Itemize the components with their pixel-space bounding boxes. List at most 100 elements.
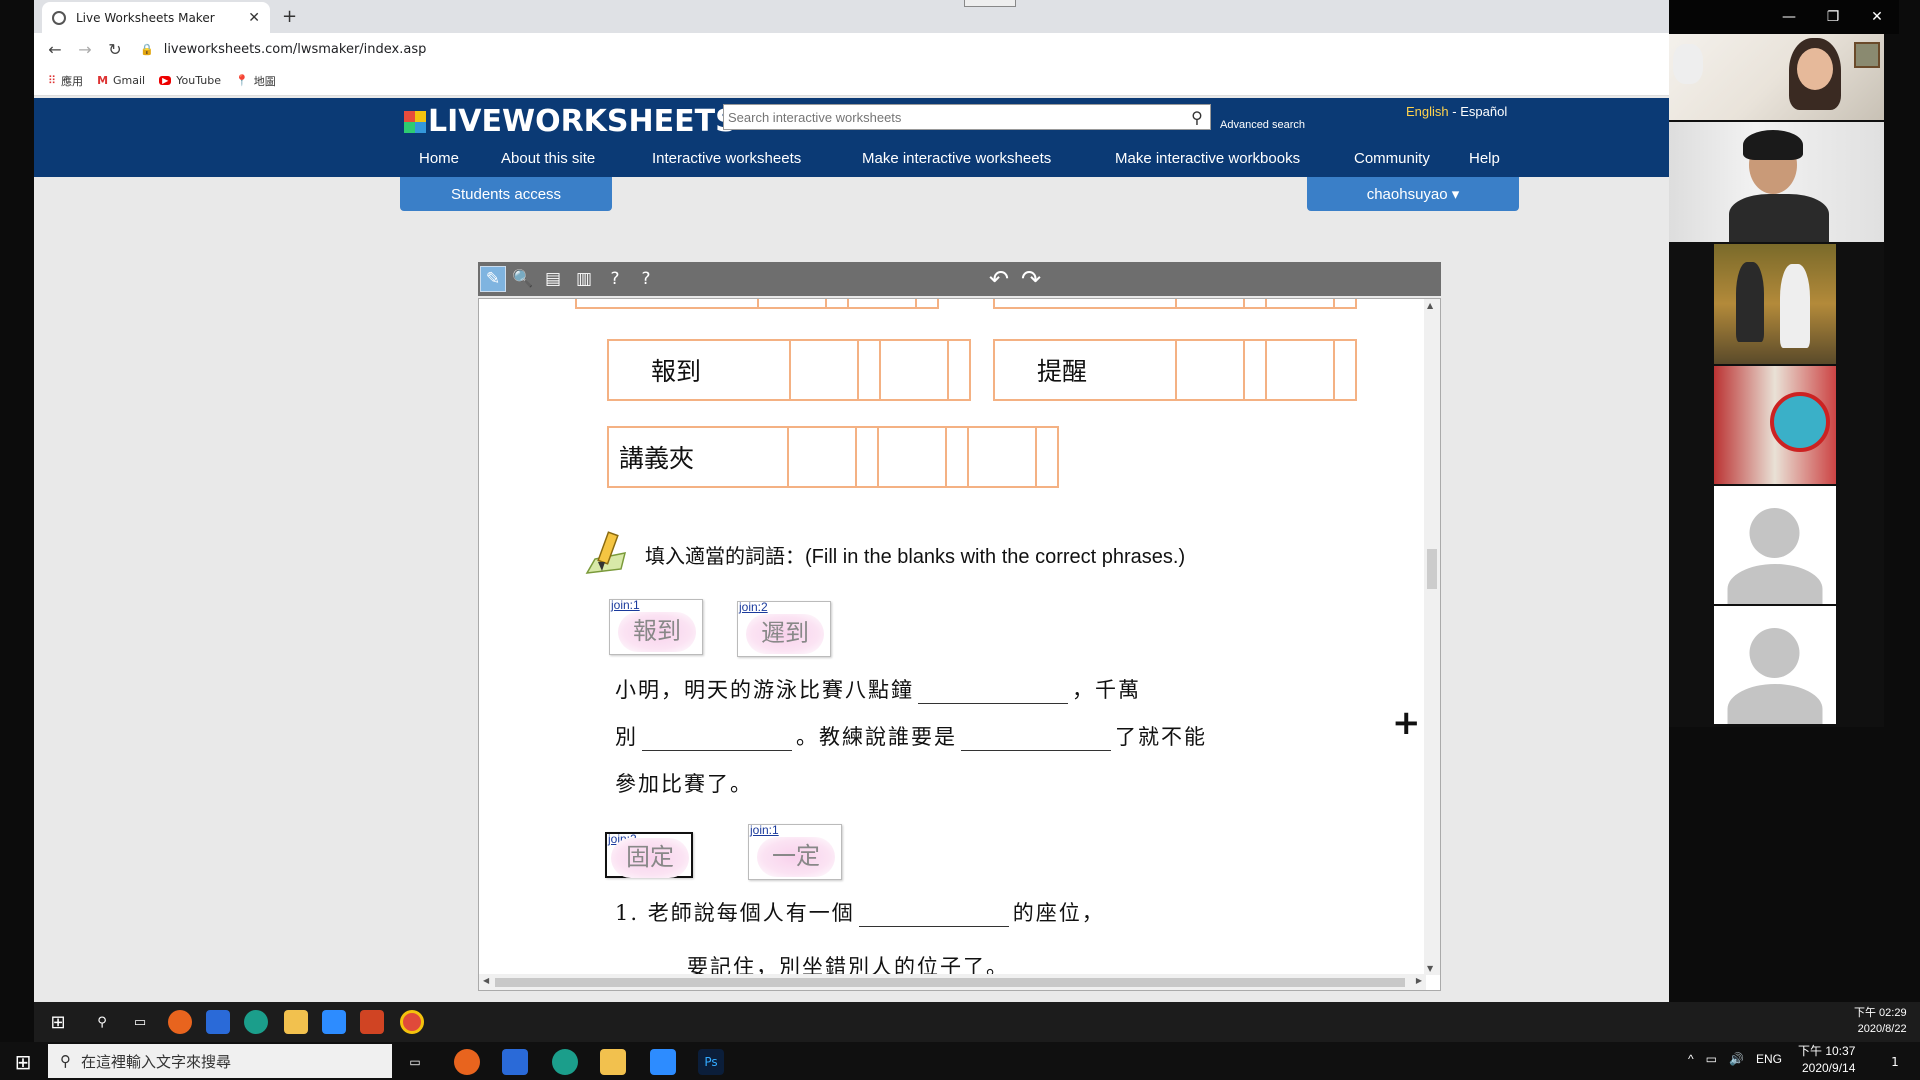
scroll-down-icon[interactable]: ▼ [1427, 964, 1433, 973]
photoshop-icon[interactable]: Ps [698, 1049, 724, 1075]
grid-word: 提醒 [993, 339, 1177, 401]
preview-icon[interactable]: 🔍 [510, 266, 536, 292]
vertical-scrollbar[interactable]: ▲ ▼ [1424, 299, 1440, 975]
horizontal-scrollbar[interactable]: ◀ ▶ [479, 974, 1426, 990]
sentence-1-line-2: 別 。教練說誰要是 了就不能 [615, 721, 1207, 751]
sentence-1-line-1: 小明，明天的游泳比賽八點鐘 ，千萬 [615, 674, 1141, 704]
reload-button[interactable]: ↻ [100, 40, 130, 59]
new-tab-button[interactable]: + [282, 6, 297, 27]
join-option-baodao[interactable]: join:1 報到 [609, 598, 703, 655]
chevron-up-icon[interactable]: ^ [1688, 1052, 1694, 1066]
sentence-text: 了就不能 [1115, 725, 1207, 749]
avatar-body [1727, 564, 1823, 604]
undo-icon[interactable]: ↶ [986, 265, 1012, 293]
close-tab-icon[interactable]: ✕ [248, 10, 260, 26]
user-menu-button[interactable]: chaohsuyao ▾ [1307, 177, 1519, 211]
outlook-icon[interactable] [206, 1010, 230, 1034]
restore-button[interactable]: ❐ [1811, 1, 1855, 33]
join-option-yiding[interactable]: join:1 一定 [748, 823, 842, 880]
remote-taskbar: ⊞ ⚲ ▭ 下午 02:29 2020/8/22 [34, 1002, 1920, 1042]
zoom-icon[interactable] [322, 1010, 346, 1034]
horizontal-scroll-thumb[interactable] [495, 978, 1405, 987]
back-button[interactable]: ← [40, 40, 70, 59]
instructions-icon[interactable]: ? [602, 266, 628, 292]
task-view-icon[interactable]: ▭ [402, 1049, 428, 1075]
scroll-left-icon[interactable]: ◀ [483, 976, 489, 985]
instruction-text: 填入適當的詞語：(Fill in the blanks with the cor… [645, 542, 1285, 571]
edge-icon[interactable] [244, 1010, 268, 1034]
edge-icon[interactable] [552, 1049, 578, 1075]
lang-espanol[interactable]: Español [1460, 104, 1507, 119]
nav-make-workbooks[interactable]: Make interactive workbooks [1115, 150, 1300, 167]
task-view-icon[interactable]: ▭ [128, 1010, 152, 1034]
advanced-search-link[interactable]: Advanced search [1220, 119, 1305, 131]
nav-make-worksheets[interactable]: Make interactive worksheets [862, 150, 1051, 167]
video-participant-4[interactable] [1714, 366, 1836, 484]
redo-icon[interactable]: ↷ [1018, 265, 1044, 293]
blank-1[interactable] [918, 684, 1068, 704]
video-participant-1[interactable] [1669, 34, 1884, 120]
join-option-chidao[interactable]: join:2 遲到 [737, 600, 831, 657]
battery-icon[interactable]: ▭ [1706, 1052, 1717, 1066]
scroll-up-icon[interactable]: ▲ [1427, 301, 1433, 310]
input-language[interactable]: ENG [1756, 1052, 1782, 1066]
zoom-icon[interactable] [650, 1049, 676, 1075]
search-input[interactable] [724, 106, 1184, 128]
powerpoint-icon[interactable] [360, 1010, 384, 1034]
windows-start-icon[interactable]: ⊞ [46, 1010, 70, 1034]
logo-mark-icon [404, 110, 426, 133]
nav-interactive-worksheets[interactable]: Interactive worksheets [652, 150, 801, 167]
host-time: 下午 10:37 [1798, 1044, 1856, 1058]
answers-icon[interactable]: ▥ [571, 266, 597, 292]
sentence-text: 參加比賽了。 [615, 772, 753, 796]
sentence-text: 1. 老師說每個人有一個 [615, 901, 855, 925]
file-explorer-icon[interactable] [284, 1010, 308, 1034]
worksheet-canvas[interactable]: 報到 提醒 講義夾 填入適當的詞語：(Fill in the blanks wi… [478, 298, 1441, 991]
host-date: 2020/9/14 [1801, 1061, 1856, 1075]
search-icon[interactable]: ⚲ [90, 1010, 114, 1034]
lang-english[interactable]: English [1406, 104, 1449, 119]
video-participant-3[interactable] [1714, 244, 1836, 364]
join-option-guding[interactable]: join:2 固定 [605, 832, 693, 878]
scroll-right-icon[interactable]: ▶ [1416, 976, 1422, 985]
bookmark-youtube[interactable]: ▶ YouTube [159, 74, 221, 87]
close-window-button[interactable]: ✕ [1855, 1, 1899, 33]
volume-icon[interactable]: 🔊 [1729, 1052, 1744, 1066]
forward-button[interactable]: → [70, 40, 100, 59]
video-participant-2[interactable] [1669, 122, 1884, 242]
bookmark-apps[interactable]: ⠿ 應用 [48, 73, 83, 89]
blank-2[interactable] [642, 731, 792, 751]
bookmark-maps[interactable]: 📍 地圖 [235, 73, 276, 89]
minimize-button[interactable]: — [1767, 1, 1811, 33]
remote-control-handle[interactable] [964, 0, 1016, 7]
nav-home[interactable]: Home [419, 150, 459, 167]
nav-about[interactable]: About this site [501, 150, 595, 167]
file-explorer-icon[interactable] [600, 1049, 626, 1075]
blank-4[interactable] [858, 907, 1009, 927]
site-logo[interactable]: LIVEWORKSHEETS [404, 104, 737, 139]
browser-tab[interactable]: Live Worksheets Maker ✕ [42, 2, 270, 33]
outlook-icon[interactable] [502, 1049, 528, 1075]
notification-icon[interactable]: 1 [1882, 1049, 1908, 1075]
chrome-icon[interactable] [400, 1010, 424, 1034]
firefox-icon[interactable] [454, 1049, 480, 1075]
edit-tool-icon[interactable]: ✎ [480, 266, 506, 292]
save-worksheet-icon[interactable]: ▤ [540, 266, 566, 292]
windows-start-icon[interactable]: ⊞ [10, 1049, 36, 1075]
nav-community[interactable]: Community [1354, 150, 1430, 167]
students-access-button[interactable]: Students access [400, 177, 612, 211]
host-clock[interactable]: 下午 10:37 2020/9/14 [1798, 1043, 1855, 1077]
firefox-icon[interactable] [168, 1010, 192, 1034]
nav-help[interactable]: Help [1469, 150, 1500, 167]
search-icon[interactable]: ⚲ [1184, 108, 1210, 127]
help-icon[interactable]: ? [633, 266, 659, 292]
video-participant-5[interactable] [1714, 486, 1836, 604]
sentence-1-line-3: 參加比賽了。 [615, 768, 753, 798]
vertical-scroll-thumb[interactable] [1427, 549, 1437, 589]
host-search-box[interactable]: ⚲ 在這裡輸入文字來搜尋 [48, 1044, 392, 1078]
grid-word-text: 提醒 [1037, 357, 1088, 386]
bookmark-gmail[interactable]: M Gmail [97, 74, 145, 87]
address-bar[interactable]: 🔒 liveworksheets.com/lwsmaker/index.asp [140, 37, 426, 63]
blank-3[interactable] [961, 731, 1111, 751]
video-participant-6[interactable] [1714, 606, 1836, 724]
